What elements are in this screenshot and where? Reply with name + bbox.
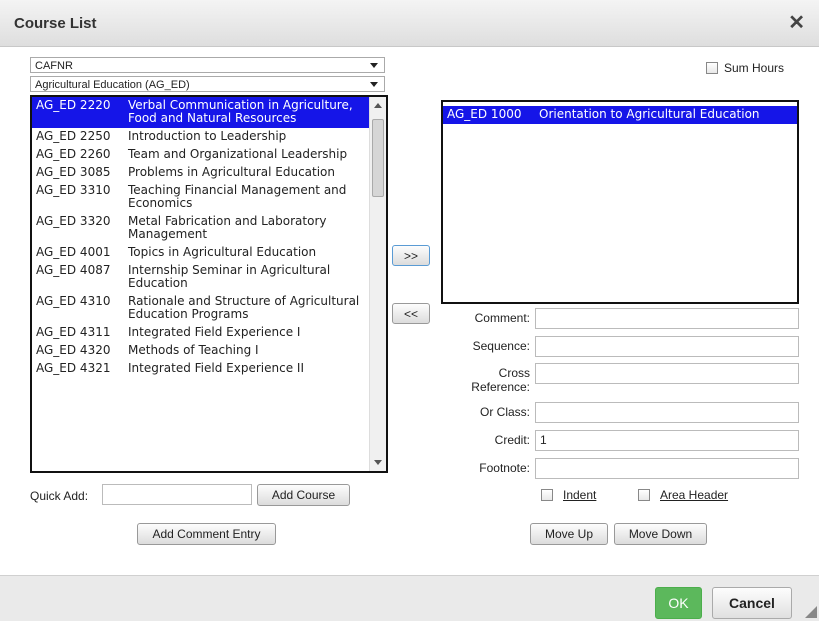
or-class-label: Or Class: <box>479 405 530 419</box>
list-item[interactable]: AG_ED 4310 Rationale and Structure of Agr… <box>32 293 386 324</box>
course-name: Rationale and Structure of Agricultural … <box>128 294 360 321</box>
available-list-scrollbar[interactable] <box>369 97 386 471</box>
list-item[interactable]: AG_ED 2220 Verbal Communication in Agricu… <box>32 97 386 128</box>
course-code: AG_ED 4320 <box>36 343 111 357</box>
chevron-down-icon <box>370 82 378 87</box>
move-down-button[interactable]: Move Down <box>614 523 707 545</box>
list-item[interactable]: AG_ED 3320 Metal Fabrication and Laborato… <box>32 213 386 244</box>
course-name: Topics in Agricultural Education <box>128 245 317 259</box>
cross-reference-label-1: Cross <box>498 366 530 380</box>
course-name: Verbal Communication in Agriculture, Foo… <box>128 98 353 125</box>
list-item[interactable]: AG_ED 3085 Problems in Agricultural Educa… <box>32 164 386 182</box>
close-icon[interactable]: ✕ <box>788 10 805 35</box>
college-select[interactable]: CAFNR <box>30 57 385 73</box>
ok-button[interactable]: OK <box>655 587 702 619</box>
sum-hours-checkbox[interactable] <box>706 62 718 74</box>
course-code: AG_ED 4321 <box>36 361 111 375</box>
remove-selected-button[interactable]: << <box>392 303 430 324</box>
or-class-field[interactable] <box>535 402 799 423</box>
course-code: AG_ED 4001 <box>36 245 111 259</box>
footnote-label: Footnote: <box>479 461 530 475</box>
department-select[interactable]: Agricultural Education (AG_ED) <box>30 76 385 92</box>
sequence-label: Sequence: <box>472 339 530 353</box>
area-header-label: Area Header <box>660 488 729 502</box>
chevron-down-icon <box>370 63 378 68</box>
comment-label: Comment: <box>474 311 530 325</box>
comment-field[interactable] <box>535 308 799 329</box>
course-code: AG_ED 4311 <box>36 325 111 339</box>
course-code: AG_ED 3320 <box>36 214 111 228</box>
course-code: AG_ED 2250 <box>36 129 111 143</box>
course-name: Metal Fabrication and Laboratory Managem… <box>128 214 327 241</box>
add-comment-entry-button[interactable]: Add Comment Entry <box>137 523 276 545</box>
add-selected-button[interactable]: >> <box>392 245 430 266</box>
college-select-value: CAFNR <box>35 60 73 72</box>
list-item[interactable]: AG_ED 2250 Introduction to Leadership <box>32 128 386 146</box>
scroll-up-icon[interactable] <box>374 103 382 108</box>
list-item[interactable]: AG_ED 4320 Methods of Teaching I <box>32 342 386 360</box>
area-header-checkbox[interactable] <box>638 489 650 501</box>
available-courses-list[interactable]: AG_ED 2220 Verbal Communication in Agricu… <box>30 95 388 473</box>
cross-reference-label-2: Reference: <box>471 380 530 394</box>
course-name: Introduction to Leadership <box>128 129 287 143</box>
list-item[interactable]: AG_ED 2260 Team and Organizational Leader… <box>32 146 386 164</box>
course-code: AG_ED 4087 <box>36 263 111 277</box>
list-item[interactable]: AG_ED 4311 Integrated Field Experience I <box>32 324 386 342</box>
course-name: Team and Organizational Leadership <box>128 147 348 161</box>
add-course-button[interactable]: Add Course <box>257 484 350 506</box>
move-up-button[interactable]: Move Up <box>530 523 608 545</box>
quick-add-label: Quick Add: <box>30 489 89 503</box>
course-code: AG_ED 3085 <box>36 165 111 179</box>
footnote-field[interactable] <box>535 458 799 479</box>
list-item[interactable]: AG_ED 4087 Internship Seminar in Agricult… <box>32 262 386 293</box>
course-name: Methods of Teaching I <box>128 343 259 357</box>
selected-courses-list[interactable]: AG_ED 1000 Orientation to Agricultural Ed… <box>441 100 799 304</box>
course-code: AG_ED 3310 <box>36 183 111 197</box>
dialog-titlebar: Course List ✕ <box>0 0 819 47</box>
list-item[interactable]: AG_ED 1000 Orientation to Agricultural Ed… <box>443 106 797 124</box>
indent-label: Indent <box>563 488 597 502</box>
list-item[interactable]: AG_ED 3310 Teaching Financial Management … <box>32 182 386 213</box>
quick-add-input[interactable] <box>102 484 252 505</box>
course-code: AG_ED 2260 <box>36 147 111 161</box>
credit-field[interactable]: 1 <box>535 430 799 451</box>
course-name: Teaching Financial Management and Econom… <box>128 183 347 210</box>
sequence-field[interactable] <box>535 336 799 357</box>
list-item[interactable]: AG_ED 4321 Integrated Field Experience II <box>32 360 386 378</box>
course-code: AG_ED 1000 <box>447 107 522 121</box>
course-name: Integrated Field Experience II <box>128 361 304 375</box>
list-item[interactable]: AG_ED 4001 Topics in Agricultural Educati… <box>32 244 386 262</box>
scroll-down-icon[interactable] <box>374 460 382 465</box>
course-code: AG_ED 2220 <box>36 98 111 112</box>
course-name: Problems in Agricultural Education <box>128 165 335 179</box>
cross-reference-field[interactable] <box>535 363 799 384</box>
indent-checkbox[interactable] <box>541 489 553 501</box>
course-code: AG_ED 4310 <box>36 294 111 308</box>
course-name: Orientation to Agricultural Education <box>539 107 760 121</box>
resize-grip-icon[interactable] <box>805 606 817 618</box>
course-name: Internship Seminar in Agricultural Educa… <box>128 263 331 290</box>
credit-label: Credit: <box>494 433 530 447</box>
sum-hours-label: Sum Hours <box>724 61 785 75</box>
department-select-value: Agricultural Education (AG_ED) <box>35 79 190 91</box>
dialog-title: Course List <box>14 15 97 32</box>
course-name: Integrated Field Experience I <box>128 325 301 339</box>
scroll-thumb[interactable] <box>372 119 384 197</box>
cancel-button[interactable]: Cancel <box>712 587 792 619</box>
